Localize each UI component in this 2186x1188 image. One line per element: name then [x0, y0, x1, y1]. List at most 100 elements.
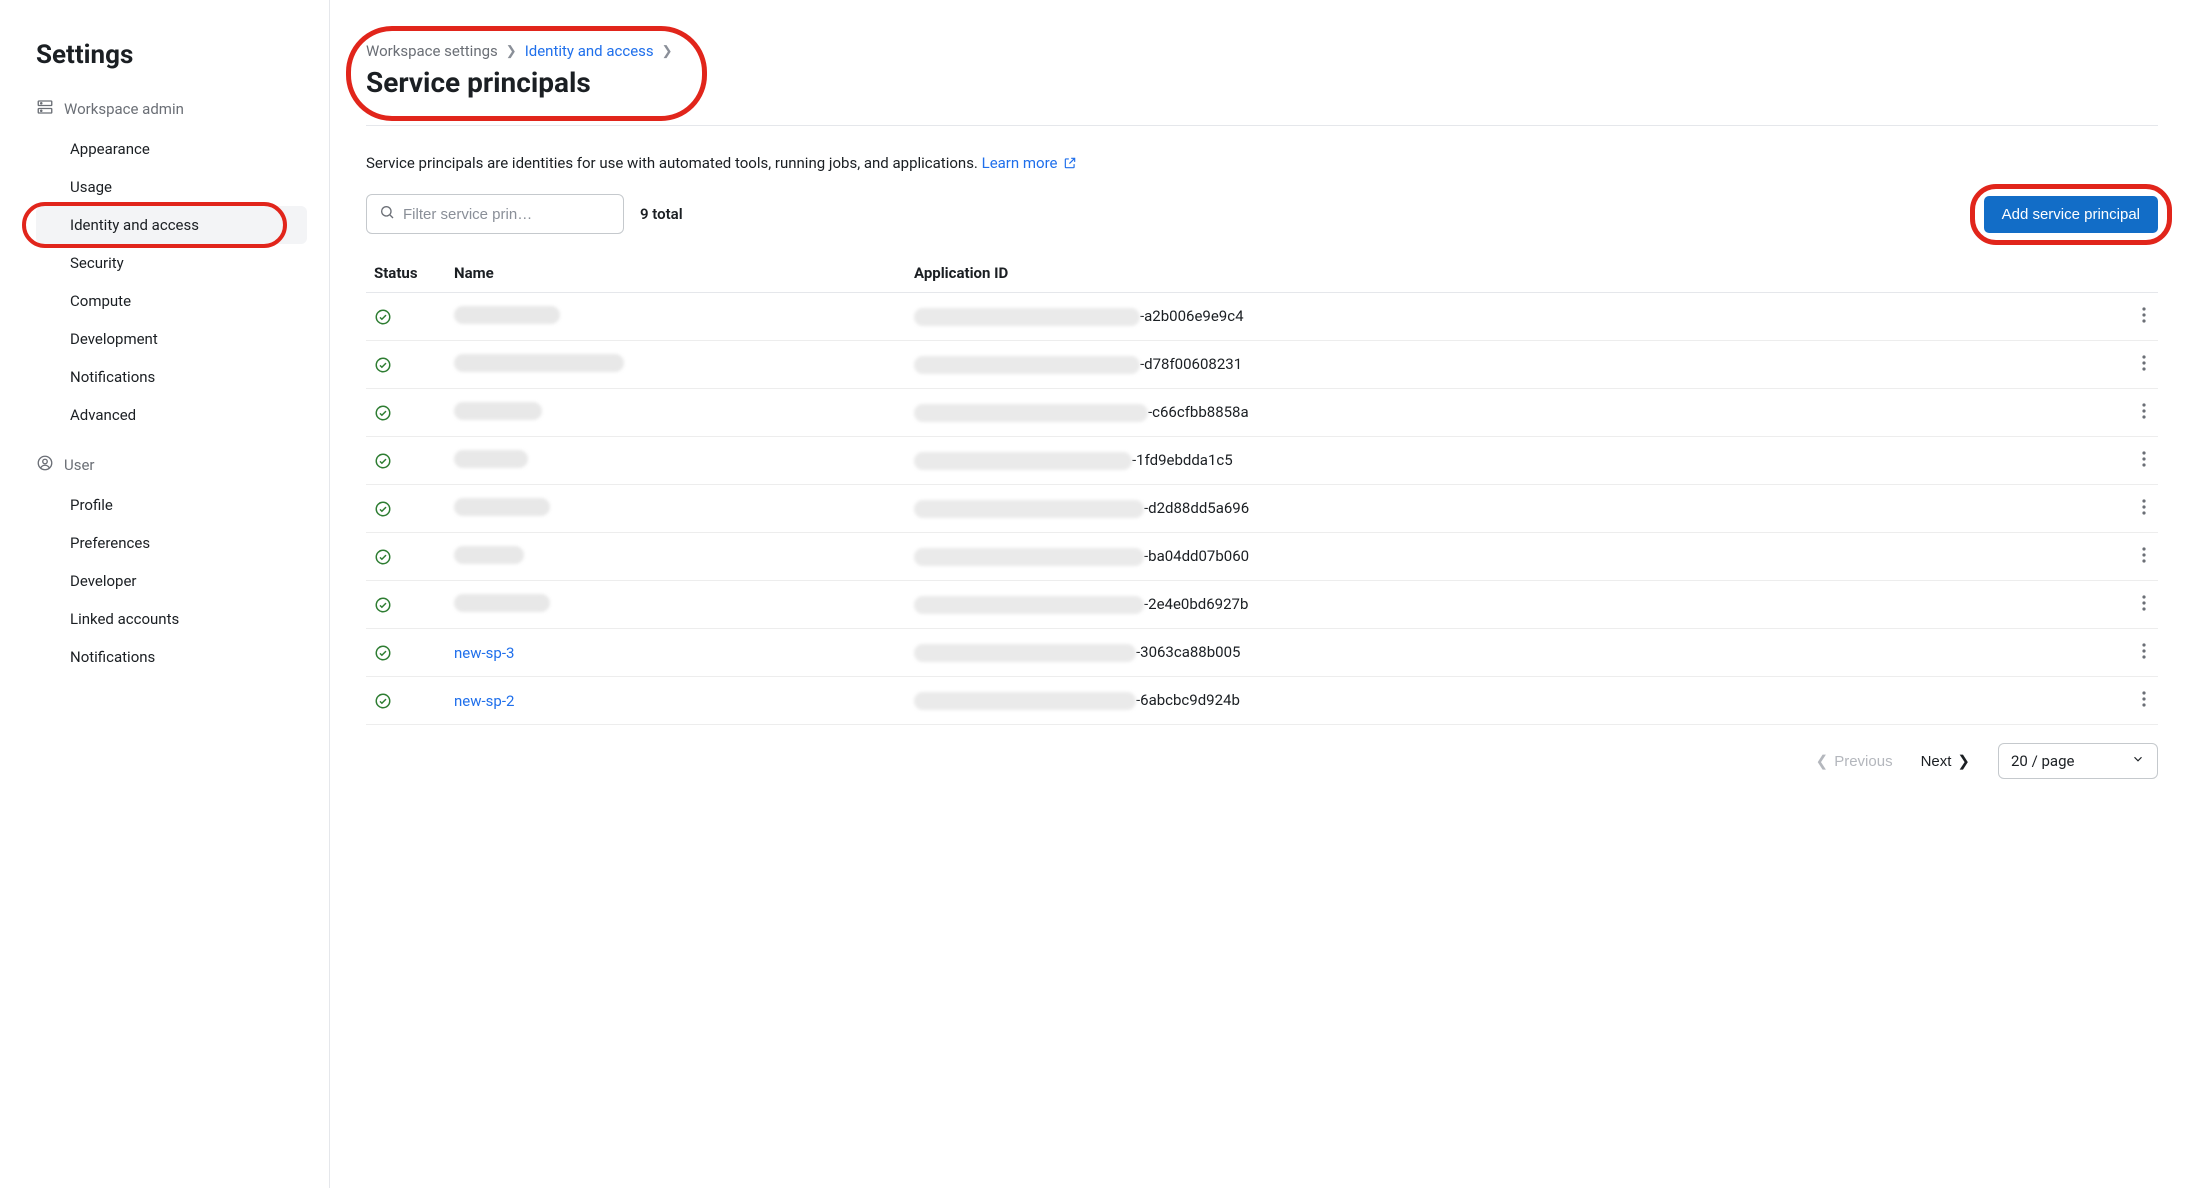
sidebar-section-header: Workspace admin: [36, 98, 307, 120]
page-header: Workspace settings ❯ Identity and access…: [366, 36, 697, 111]
appid-suffix: -ba04dd07b060: [1144, 547, 1249, 565]
breadcrumb-workspace-settings[interactable]: Workspace settings: [366, 42, 498, 60]
status-active-icon: [366, 341, 446, 389]
status-active-icon: [366, 437, 446, 485]
table-row: new-sp-3 -3063ca88b005: [366, 629, 2158, 677]
name-cell[interactable]: [446, 293, 906, 341]
row-kebab-menu[interactable]: [2138, 543, 2150, 570]
breadcrumb-identity-and-access[interactable]: Identity and access: [525, 42, 654, 60]
breadcrumb: Workspace settings ❯ Identity and access…: [366, 42, 673, 60]
redacted-appid-prefix: [914, 404, 1148, 422]
sidebar-section-workspace-admin: Workspace admin Appearance Usage Identit…: [36, 98, 307, 434]
sidebar-item-profile[interactable]: Profile: [36, 486, 307, 524]
appid-cell: -1fd9ebdda1c5: [906, 437, 2114, 485]
status-active-icon: [366, 677, 446, 725]
appid-cell: -a2b006e9e9c4: [906, 293, 2114, 341]
redacted-name: [454, 402, 542, 420]
page-description: Service principals are identities for us…: [366, 154, 2158, 172]
name-cell[interactable]: [446, 437, 906, 485]
row-kebab-menu[interactable]: [2138, 591, 2150, 618]
redacted-appid-prefix: [914, 644, 1136, 662]
learn-more-link[interactable]: Learn more: [982, 154, 1078, 172]
filter-input-wrap[interactable]: [366, 194, 624, 234]
sidebar-section-label: Workspace admin: [64, 100, 184, 118]
appid-cell: -d78f00608231: [906, 341, 2114, 389]
pagination: ❮ Previous Next ❯ 20 / page: [366, 743, 2158, 779]
sidebar-item-usage[interactable]: Usage: [36, 168, 307, 206]
external-link-icon: [1063, 156, 1077, 170]
sidebar-item-identity-and-access[interactable]: Identity and access: [36, 206, 307, 244]
appid-cell: -6abcbc9d924b: [906, 677, 2114, 725]
sidebar-section-header: User: [36, 454, 307, 476]
appid-suffix: -3063ca88b005: [1136, 643, 1240, 661]
filter-input[interactable]: [403, 206, 611, 223]
table-row: -a2b006e9e9c4: [366, 293, 2158, 341]
sidebar-item-notifications[interactable]: Notifications: [36, 358, 307, 396]
sidebar-item-developer[interactable]: Developer: [36, 562, 307, 600]
status-active-icon: [366, 581, 446, 629]
row-kebab-menu[interactable]: [2138, 447, 2150, 474]
redacted-name: [454, 546, 524, 564]
redacted-name: [454, 354, 624, 372]
table-row: new-sp-2 -6abcbc9d924b: [366, 677, 2158, 725]
row-kebab-menu[interactable]: [2138, 351, 2150, 378]
sidebar-item-development[interactable]: Development: [36, 320, 307, 358]
col-header-appid[interactable]: Application ID: [906, 254, 2114, 293]
chevron-left-icon: ❮: [1816, 752, 1829, 770]
appid-cell: -3063ca88b005: [906, 629, 2114, 677]
appid-suffix: -c66cfbb8858a: [1148, 403, 1249, 421]
sidebar-section-user: User Profile Preferences Developer Linke…: [36, 454, 307, 676]
row-kebab-menu[interactable]: [2138, 639, 2150, 666]
service-principal-link[interactable]: new-sp-3: [454, 644, 514, 662]
status-active-icon: [366, 629, 446, 677]
sidebar-item-linked-accounts[interactable]: Linked accounts: [36, 600, 307, 638]
row-kebab-menu[interactable]: [2138, 687, 2150, 714]
table-row: -ba04dd07b060: [366, 533, 2158, 581]
workspace-admin-icon: [36, 98, 54, 120]
appid-cell: -2e4e0bd6927b: [906, 581, 2114, 629]
appid-cell: -ba04dd07b060: [906, 533, 2114, 581]
row-kebab-menu[interactable]: [2138, 495, 2150, 522]
chevron-right-icon: ❯: [662, 44, 673, 59]
sidebar-item-advanced[interactable]: Advanced: [36, 396, 307, 434]
sidebar-item-compute[interactable]: Compute: [36, 282, 307, 320]
name-cell[interactable]: new-sp-3: [446, 629, 906, 677]
search-icon: [379, 204, 395, 224]
name-cell[interactable]: [446, 389, 906, 437]
sidebar-item-preferences[interactable]: Preferences: [36, 524, 307, 562]
next-page-button[interactable]: Next ❯: [1921, 752, 1970, 770]
name-cell[interactable]: [446, 581, 906, 629]
col-header-name[interactable]: Name: [446, 254, 906, 293]
service-principals-table: Status Name Application ID -a2b006e9e9c4…: [366, 254, 2158, 725]
sidebar-item-appearance[interactable]: Appearance: [36, 130, 307, 168]
name-cell[interactable]: [446, 341, 906, 389]
name-cell[interactable]: [446, 485, 906, 533]
redacted-appid-prefix: [914, 356, 1140, 374]
divider: [366, 125, 2158, 126]
sidebar-item-user-notifications[interactable]: Notifications: [36, 638, 307, 676]
col-header-status[interactable]: Status: [366, 254, 446, 293]
row-kebab-menu[interactable]: [2138, 303, 2150, 330]
appid-suffix: -2e4e0bd6927b: [1144, 595, 1248, 613]
service-principal-link[interactable]: new-sp-2: [454, 692, 514, 710]
table-row: -c66cfbb8858a: [366, 389, 2158, 437]
status-active-icon: [366, 293, 446, 341]
sidebar-item-security[interactable]: Security: [36, 244, 307, 282]
total-count: 9 total: [640, 205, 683, 223]
row-kebab-menu[interactable]: [2138, 399, 2150, 426]
redacted-name: [454, 306, 560, 324]
table-row: -1fd9ebdda1c5: [366, 437, 2158, 485]
redacted-name: [454, 450, 528, 468]
page-size-select[interactable]: 20 / page: [1998, 743, 2158, 779]
name-cell[interactable]: [446, 533, 906, 581]
table-row: -d78f00608231: [366, 341, 2158, 389]
redacted-name: [454, 594, 550, 612]
settings-sidebar: Settings Workspace admin Appearance Usag…: [0, 0, 330, 1188]
table-row: -d2d88dd5a696: [366, 485, 2158, 533]
appid-suffix: -a2b006e9e9c4: [1140, 307, 1244, 325]
name-cell[interactable]: new-sp-2: [446, 677, 906, 725]
redacted-appid-prefix: [914, 308, 1140, 326]
previous-page-button[interactable]: ❮ Previous: [1816, 752, 1893, 770]
appid-cell: -d2d88dd5a696: [906, 485, 2114, 533]
add-service-principal-button[interactable]: Add service principal: [1984, 196, 2158, 233]
